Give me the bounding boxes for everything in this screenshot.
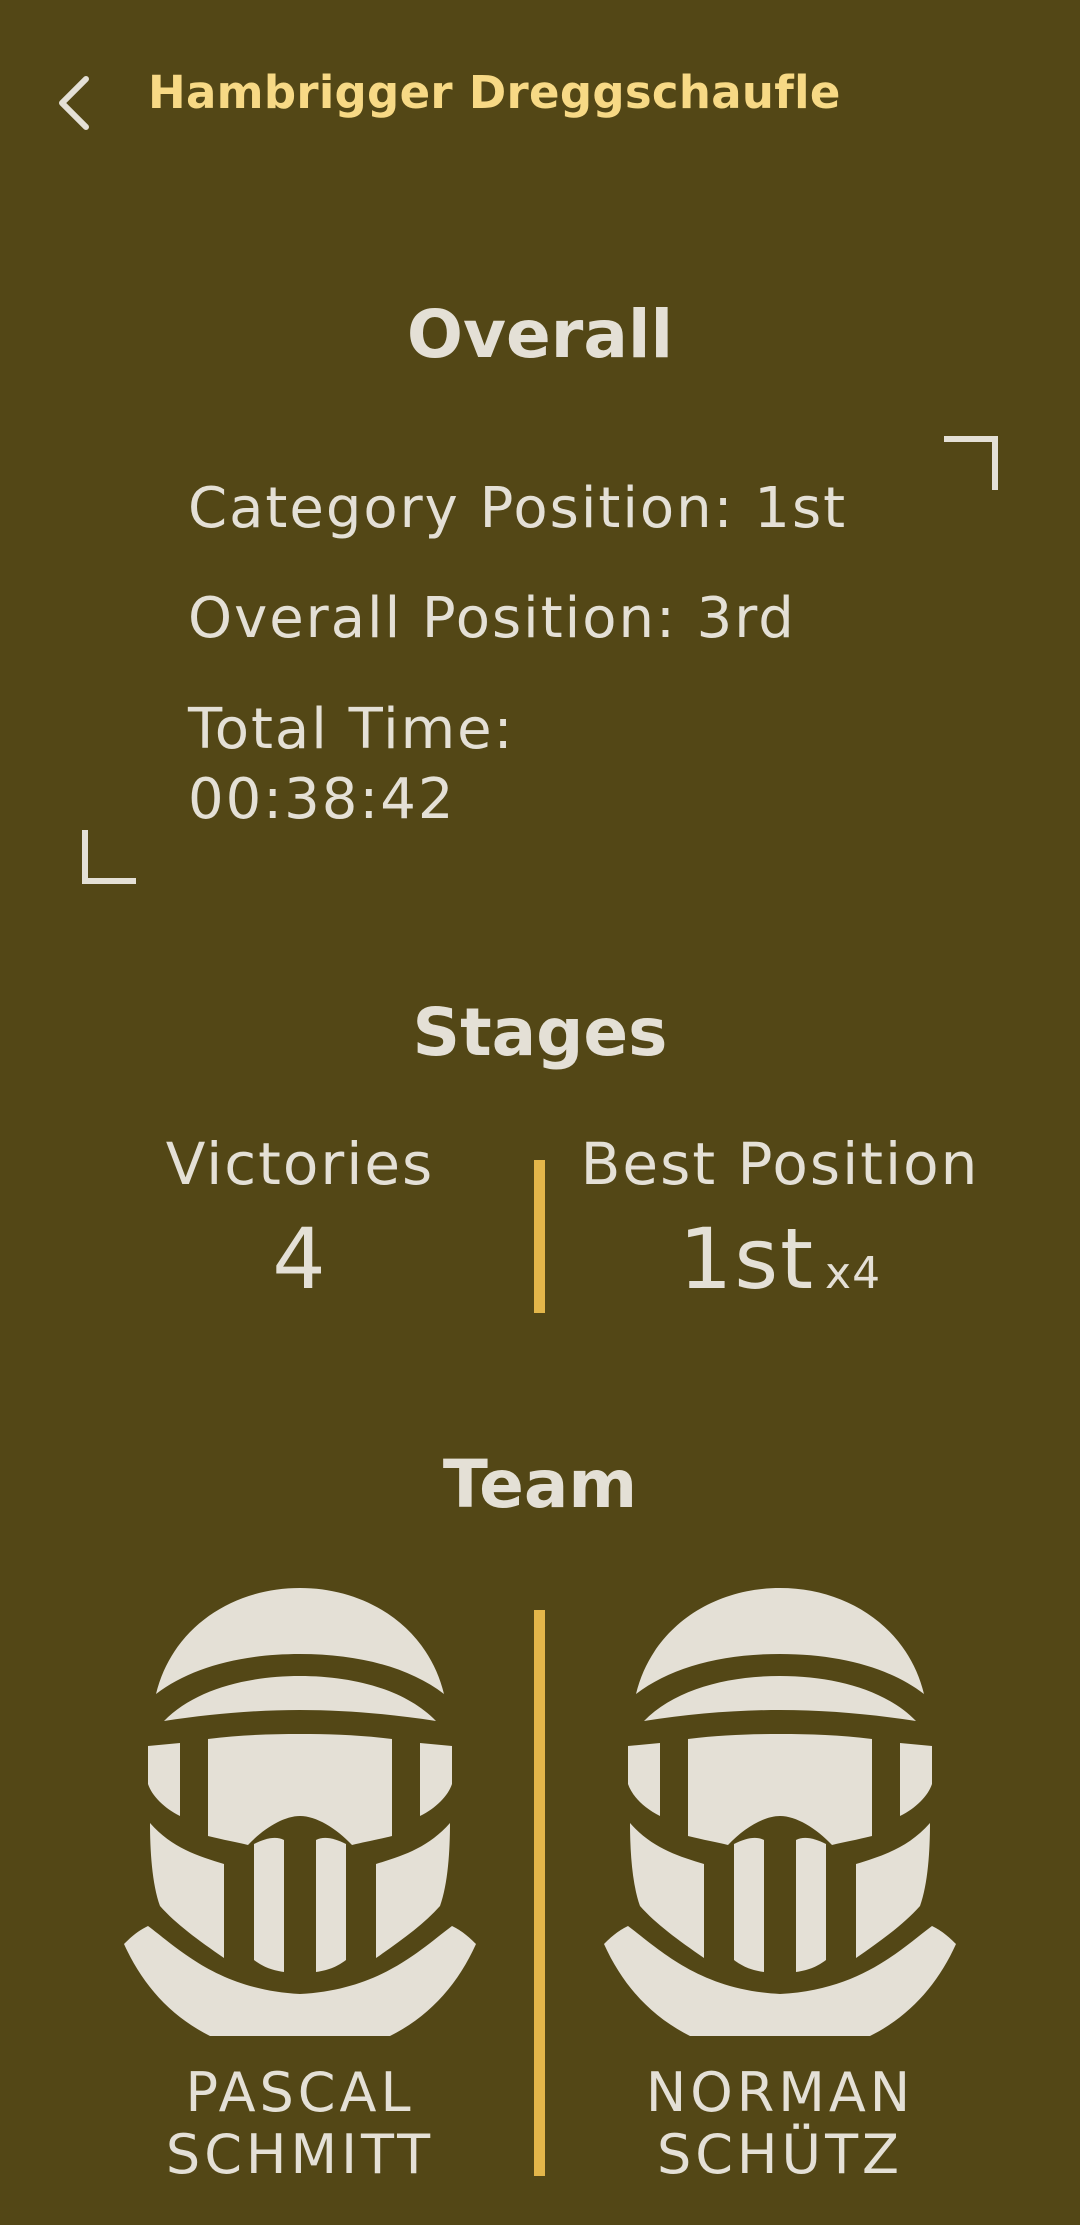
- best-position-count: x4: [825, 1248, 882, 1299]
- chevron-left-icon: [59, 76, 89, 130]
- corner-bracket-top-right: [944, 436, 998, 490]
- app-header: Hambrigger Dreggschaufle: [0, 0, 1080, 200]
- overall-title: Overall: [406, 296, 674, 373]
- total-time-label: Total Time:: [188, 697, 515, 762]
- category-position: Category Position: 1st: [188, 476, 848, 541]
- page-title: Hambrigger Dreggschaufle: [148, 66, 841, 119]
- driver-name-line2: SCHÜTZ: [656, 2123, 904, 2186]
- victories-label: Victories: [165, 1130, 435, 1198]
- best-position-value-group: 1st x4: [560, 1210, 1000, 1308]
- victories-value: 4: [272, 1210, 328, 1308]
- helmet-icon: [124, 1588, 476, 2036]
- team-title: Team: [442, 1446, 638, 1523]
- total-time-value: 00:38:42: [188, 767, 456, 832]
- corner-bracket-bottom-left: [82, 830, 136, 884]
- driver-name-line2: SCHMITT: [165, 2123, 435, 2186]
- stages-divider: [534, 1160, 545, 1313]
- driver-name-line1: PASCAL: [185, 2061, 415, 2124]
- best-position-label: Best Position: [580, 1130, 980, 1198]
- helmet-icon: [604, 1588, 956, 2036]
- overall-position: Overall Position: 3rd: [188, 586, 796, 651]
- stages-title: Stages: [412, 994, 668, 1071]
- best-position-value: 1st: [678, 1210, 816, 1308]
- team-divider: [534, 1610, 545, 2176]
- back-button[interactable]: [44, 68, 104, 138]
- driver-name-line1: NORMAN: [645, 2061, 915, 2124]
